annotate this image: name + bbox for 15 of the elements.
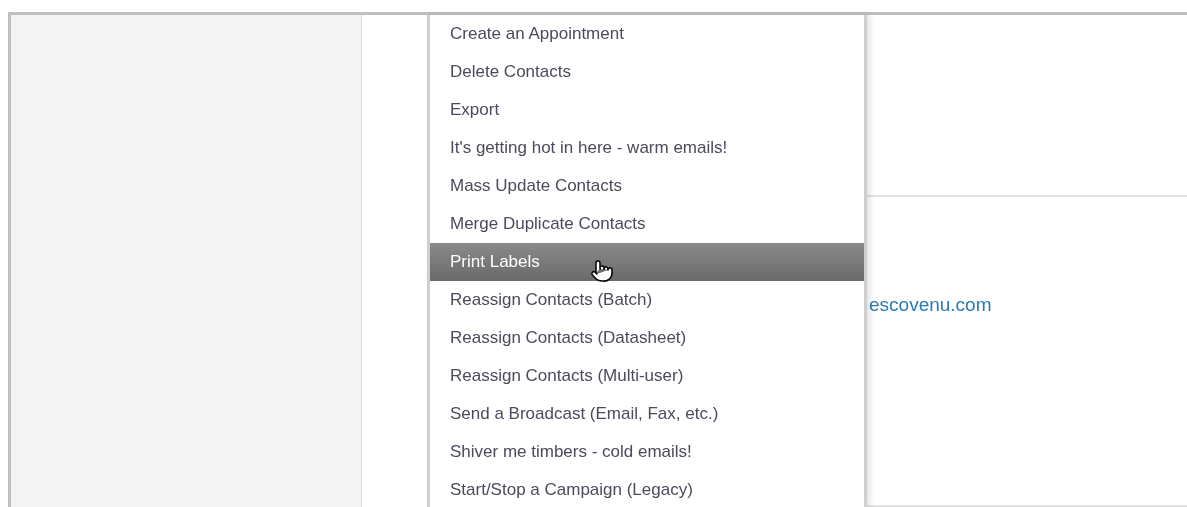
website-link[interactable]: escovenu.com <box>869 291 992 320</box>
menu-item[interactable]: Send a Broadcast (Email, Fax, etc.) <box>430 395 864 433</box>
menu-item[interactable]: Shiver me timbers - cold emails! <box>430 433 864 471</box>
menu-item[interactable]: Reassign Contacts (Batch) <box>430 281 864 319</box>
menu-item[interactable]: Start/Stop a Campaign (Legacy) <box>430 471 864 507</box>
menu-item[interactable]: It's getting hot in here - warm emails! <box>430 129 864 167</box>
menu-item[interactable]: Reassign Contacts (Multi-user) <box>430 357 864 395</box>
menu-item[interactable]: Export <box>430 91 864 129</box>
menu-item[interactable]: Delete Contacts <box>430 53 864 91</box>
hand-cursor-icon <box>590 259 614 283</box>
menu-item[interactable]: Merge Duplicate Contacts <box>430 205 864 243</box>
menu-item[interactable]: Mass Update Contacts <box>430 167 864 205</box>
menu-item[interactable]: Reassign Contacts (Datasheet) <box>430 319 864 357</box>
menu-item[interactable]: Print Labels <box>430 243 864 281</box>
menu-item[interactable]: Create an Appointment <box>430 15 864 53</box>
